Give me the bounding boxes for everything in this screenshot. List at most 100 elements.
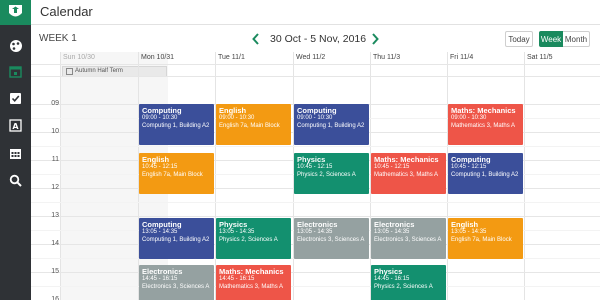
header-divider xyxy=(31,76,600,77)
day-header: Thu 11/3 xyxy=(373,54,401,61)
hour-label: 15 xyxy=(51,268,59,275)
calendar-event[interactable]: English 10:45 - 12:15 English 7a, Main Blo… xyxy=(139,153,214,194)
half-hour-line xyxy=(31,146,600,147)
event-location: Computing 1, Building A2 xyxy=(142,236,210,243)
hour-label: 14 xyxy=(51,240,59,247)
calendar-event[interactable]: Maths: Mechanics 10:45 - 12:15 Mathematics… xyxy=(371,153,446,194)
svg-text:A: A xyxy=(12,122,19,131)
calendar-event[interactable]: Computing 10:45 - 12:15 Computing 1, Build… xyxy=(448,153,523,194)
event-time: 14:45 - 16:15 xyxy=(219,276,255,282)
event-title: Electronics xyxy=(142,267,183,276)
month-view-button[interactable]: Month xyxy=(563,31,590,47)
calendar-day-icon[interactable] xyxy=(7,63,24,80)
hour-label: 16 xyxy=(51,296,59,300)
calendar-event[interactable]: English 13:05 - 14:35 English 7a, Main Blo… xyxy=(448,218,523,260)
hour-line xyxy=(31,272,600,273)
event-time: 13:05 - 14:35 xyxy=(142,229,178,236)
calendar-event[interactable]: Physics 13:05 - 14:35 Physics 2, Sciences … xyxy=(216,218,291,260)
hour-label: 09 xyxy=(51,100,59,107)
event-location: Mathematics 3, Maths A xyxy=(451,122,516,129)
logo-icon[interactable] xyxy=(0,0,31,25)
event-title: Computing xyxy=(451,155,491,164)
chevron-right-icon xyxy=(372,33,379,45)
today-button[interactable]: Today xyxy=(505,31,533,47)
hour-line xyxy=(31,216,600,217)
event-title: English xyxy=(451,220,479,230)
event-location: English 7a, Main Block xyxy=(142,171,203,178)
event-location: Computing 1, Building A2 xyxy=(297,122,365,129)
column-divider xyxy=(215,52,216,300)
event-title: English xyxy=(219,106,247,115)
all-day-event-label: Autumn Half Term xyxy=(75,68,123,74)
column-divider xyxy=(60,52,61,300)
day-header: Fri 11/4 xyxy=(450,54,474,61)
event-location: Physics 2, Sciences A xyxy=(219,236,278,243)
calendar-event[interactable]: Electronics 13:05 - 14:35 Electronics 3, S… xyxy=(294,218,369,260)
search-icon[interactable] xyxy=(7,172,24,189)
event-time: 10:45 - 12:15 xyxy=(374,164,410,170)
event-title: Physics xyxy=(374,267,403,276)
calendar-event[interactable]: English 09:00 - 10:30 English 7a, Main Blo… xyxy=(216,104,291,145)
event-title: Computing xyxy=(297,106,337,115)
hour-label: 12 xyxy=(51,184,59,191)
event-location: Computing 1, Building A2 xyxy=(142,122,210,129)
event-time: 09:00 - 10:30 xyxy=(297,115,333,121)
event-title: Computing xyxy=(142,220,182,230)
event-title: Maths: Mechanics xyxy=(451,106,516,115)
event-time: 09:00 - 10:30 xyxy=(142,115,178,121)
calendar-event[interactable]: Computing 09:00 - 10:30 Computing 1, Build… xyxy=(294,104,369,145)
id-card-icon[interactable]: A xyxy=(7,117,24,134)
header-divider xyxy=(31,64,600,65)
previous-week-button[interactable] xyxy=(250,31,262,47)
event-title: English xyxy=(142,155,170,164)
calendar-event[interactable]: Physics 10:45 - 12:15 Physics 2, Sciences … xyxy=(294,153,369,194)
column-divider xyxy=(524,52,525,300)
event-title: Physics xyxy=(219,220,248,230)
event-location: English 7a, Main Block xyxy=(219,122,280,129)
calendar-event[interactable]: Electronics 13:05 - 14:35 Electronics 3, S… xyxy=(371,218,446,260)
event-time: 09:00 - 10:30 xyxy=(219,115,255,121)
event-location: Electronics 3, Sciences A xyxy=(297,236,365,243)
event-title: Electronics xyxy=(374,220,415,230)
date-range-label: 30 Oct - 5 Nov, 2016 xyxy=(270,33,367,45)
palette-icon[interactable] xyxy=(7,37,24,54)
no-entry-icon xyxy=(66,68,73,75)
event-time: 10:45 - 12:15 xyxy=(297,164,333,170)
event-title: Electronics xyxy=(297,220,338,230)
event-time: 13:05 - 14:35 xyxy=(374,229,410,236)
day-header: Mon 10/31 xyxy=(141,54,175,61)
half-hour-line xyxy=(31,202,600,203)
calendar-event[interactable]: Electronics 14:45 - 16:15 Electronics 3, S… xyxy=(139,265,214,300)
calendar-event[interactable]: Maths: Mechanics 09:00 - 10:30 Mathematics… xyxy=(448,104,523,145)
calendar-event[interactable]: Physics 14:45 - 16:15 Physics 2, Sciences … xyxy=(371,265,446,300)
page-title: Calendar xyxy=(40,4,93,19)
event-title: Physics xyxy=(297,155,326,164)
event-title: Maths: Mechanics xyxy=(374,155,439,164)
event-time: 13:05 - 14:35 xyxy=(219,229,255,236)
event-location: Electronics 3, Sciences A xyxy=(142,283,210,290)
hour-label: 10 xyxy=(51,128,59,135)
event-time: 13:05 - 14:35 xyxy=(297,229,333,236)
event-time: 10:45 - 12:15 xyxy=(451,164,487,170)
calendar-grid-icon[interactable] xyxy=(7,145,24,162)
next-week-button[interactable] xyxy=(369,31,381,47)
checkbox-icon[interactable] xyxy=(7,90,24,107)
day-header: Sun 10/30 xyxy=(63,54,95,61)
sidebar: A xyxy=(0,0,31,300)
event-location: Physics 2, Sciences A xyxy=(374,283,433,290)
chevron-left-icon xyxy=(252,33,259,45)
event-location: Computing 1, Building A2 xyxy=(451,171,519,178)
event-time: 09:00 - 10:30 xyxy=(451,115,487,121)
calendar-event[interactable]: Maths: Mechanics 14:45 - 16:15 Mathematics… xyxy=(216,265,291,300)
week-label: WEEK 1 xyxy=(39,33,77,44)
event-title: Computing xyxy=(142,106,182,115)
event-time: 10:45 - 12:15 xyxy=(142,164,178,170)
day-header: Wed 11/2 xyxy=(296,54,326,61)
event-time: 14:45 - 16:15 xyxy=(374,276,410,282)
event-time: 14:45 - 16:15 xyxy=(142,276,178,282)
calendar-event[interactable]: Computing 09:00 - 10:30 Computing 1, Build… xyxy=(139,104,214,145)
week-view-button[interactable]: Week xyxy=(539,31,563,47)
calendar-event[interactable]: Computing 13:05 - 14:35 Computing 1, Build… xyxy=(139,218,214,260)
hour-label: 11 xyxy=(51,156,59,163)
half-hour-line xyxy=(31,286,600,287)
